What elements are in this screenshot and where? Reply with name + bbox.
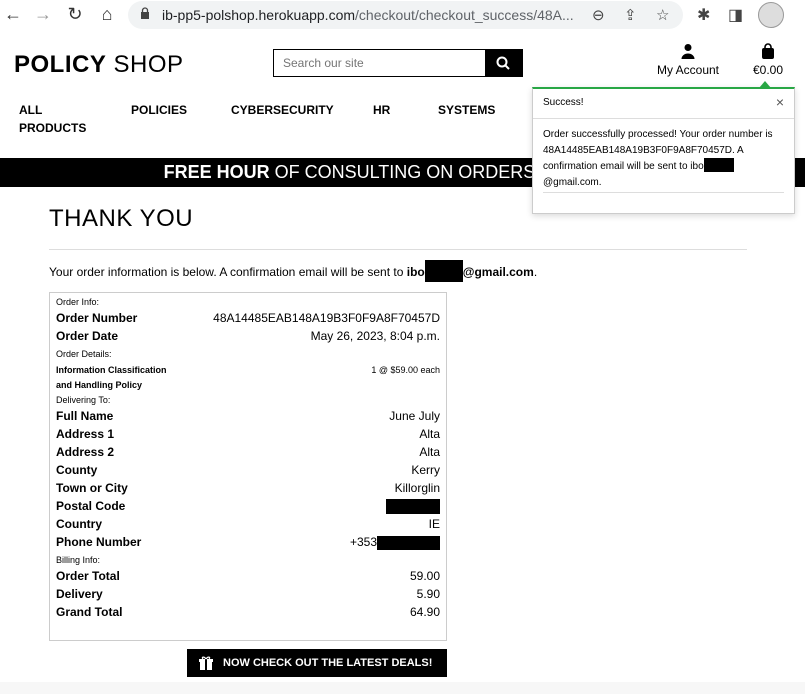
reload-icon[interactable]: ↻ xyxy=(64,4,86,24)
search-form xyxy=(273,49,523,77)
address1-row: Address 1 Alta xyxy=(56,427,440,441)
back-icon[interactable]: ← xyxy=(2,4,24,24)
divider xyxy=(49,249,747,250)
footer-strip xyxy=(0,682,805,694)
latest-deals-label: NOW CHECK OUT THE LATEST DEALS! xyxy=(223,657,433,669)
redacted-phone xyxy=(377,536,440,550)
share-icon[interactable]: ⇪ xyxy=(624,6,637,24)
my-account-label: My Account xyxy=(656,63,720,77)
toast-arrow xyxy=(759,81,771,88)
toast-redacted-email xyxy=(703,157,734,172)
lock-icon xyxy=(141,7,149,19)
redacted-postal-code xyxy=(386,499,440,514)
toast-title: Success! xyxy=(543,97,584,108)
extensions-icon[interactable]: ✱ xyxy=(697,5,710,25)
order-number-row: Order Number 48A14485EAB148A19B3F0F9A8F70… xyxy=(56,311,440,325)
toast-footer-divider xyxy=(543,192,784,193)
address-bar[interactable]: ib-pp5-polshop.herokuapp.com/checkout/ch… xyxy=(128,1,683,29)
order-date-row: Order Date May 26, 2023, 8:04 p.m. xyxy=(56,329,440,343)
close-icon[interactable]: × xyxy=(776,94,784,110)
full-name-row: Full Name June July xyxy=(56,409,440,423)
cart-total: €0.00 xyxy=(752,63,784,77)
section-order-info: Order Info: xyxy=(56,297,100,307)
section-billing-info: Billing Info: xyxy=(56,555,101,565)
order-line-item: Information Classification and Handling … xyxy=(56,365,440,390)
browser-toolbar: ← → ↻ ⌂ ib-pp5-polshop.herokuapp.com/che… xyxy=(0,0,805,30)
latest-deals-button[interactable]: NOW CHECK OUT THE LATEST DEALS! xyxy=(187,649,447,677)
toast-message: Order successfully processed! Your order… xyxy=(543,129,773,188)
toast-divider xyxy=(533,118,794,119)
home-icon[interactable]: ⌂ xyxy=(96,4,118,24)
order-total-row: Order Total 59.00 xyxy=(56,569,440,583)
search-icon xyxy=(496,56,510,70)
order-summary-card: Order Info: Order Number 48A14485EAB148A1… xyxy=(49,292,447,641)
nav-policies[interactable]: POLICIES xyxy=(131,101,187,119)
nav-hr[interactable]: HR xyxy=(373,101,390,119)
nav-systems[interactable]: SYSTEMS xyxy=(438,101,495,119)
delivery-row: Delivery 5.90 xyxy=(56,587,440,601)
side-panel-icon[interactable]: ◨ xyxy=(728,5,743,25)
site-logo[interactable]: POLICY SHOP xyxy=(14,51,184,79)
my-account-link[interactable]: My Account xyxy=(650,43,726,77)
bookmark-star-icon[interactable]: ☆ xyxy=(656,6,669,24)
page-title: THANK YOU xyxy=(49,205,194,232)
grand-total-row: Grand Total 64.90 xyxy=(56,605,440,619)
profile-avatar[interactable] xyxy=(758,2,784,28)
town-row: Town or City Killorglin xyxy=(56,481,440,495)
search-button[interactable] xyxy=(485,50,522,76)
user-icon xyxy=(681,44,695,59)
success-toast: Success! × Order successfully processed!… xyxy=(532,81,795,214)
section-delivering-to: Delivering To: xyxy=(56,395,111,405)
nav-cybersecurity[interactable]: CYBERSECURITY xyxy=(231,101,334,119)
order-intro-text: Your order information is below. A confi… xyxy=(49,260,537,282)
shopping-bag-icon xyxy=(762,43,774,59)
phone-row: Phone Number +353 xyxy=(56,533,440,551)
url-text[interactable]: ib-pp5-polshop.herokuapp.com/checkout/ch… xyxy=(162,7,574,23)
nav-all-products[interactable]: ALL PRODUCTS xyxy=(19,101,86,137)
page: POLICY SHOP My Account €0.00 ALLPRODUCTS… xyxy=(0,30,805,694)
address2-row: Address 2 Alta xyxy=(56,445,440,459)
cart-link[interactable]: €0.00 xyxy=(748,43,788,77)
country-row: Country IE xyxy=(56,517,440,531)
forward-icon[interactable]: → xyxy=(32,4,54,24)
zoom-icon[interactable]: ⊖ xyxy=(592,6,605,24)
postal-code-row: Postal Code xyxy=(56,497,440,515)
redacted-email xyxy=(424,260,463,282)
county-row: County Kerry xyxy=(56,463,440,477)
gift-icon xyxy=(199,656,213,670)
search-input[interactable] xyxy=(274,50,486,76)
section-order-details: Order Details: xyxy=(56,349,112,359)
